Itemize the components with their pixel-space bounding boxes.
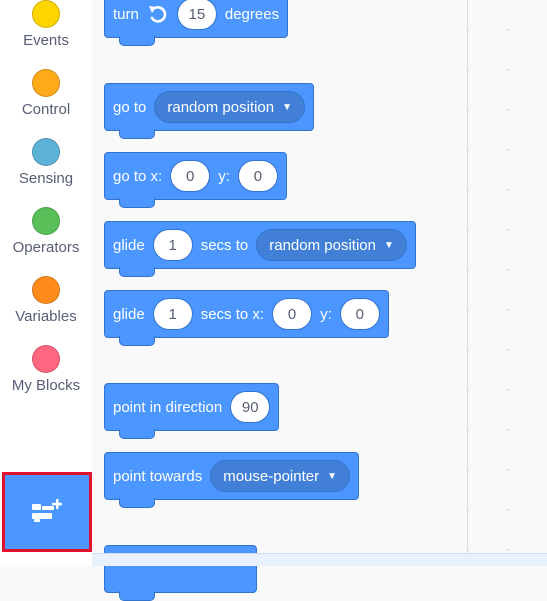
caret-down-icon: ▼ xyxy=(383,239,394,251)
block-text: point towards xyxy=(113,467,203,485)
category-control[interactable]: Control xyxy=(0,69,92,135)
block-palette: turn 15 degrees go to random position ▼ … xyxy=(92,0,467,601)
category-sensing[interactable]: Sensing xyxy=(0,138,92,204)
block-text: go to xyxy=(113,98,147,116)
dropdown-value: random position xyxy=(167,98,275,116)
code-workspace[interactable] xyxy=(467,0,547,555)
operators-dot-icon xyxy=(32,207,60,235)
block-text: secs to x: xyxy=(200,305,265,323)
block-text: glide xyxy=(113,236,145,254)
control-dot-icon xyxy=(32,69,60,97)
glide-to-block[interactable]: glide 1 secs to random position ▼ xyxy=(104,221,416,277)
x-input[interactable]: 0 xyxy=(272,298,313,330)
block-text: y: xyxy=(218,167,230,185)
category-variables[interactable]: Variables xyxy=(0,276,92,342)
degrees-input[interactable]: 15 xyxy=(176,0,217,30)
point-towards-block[interactable]: point towards mouse-pointer ▼ xyxy=(104,452,360,508)
block-text: degrees xyxy=(224,5,280,23)
bottom-scrollbar xyxy=(92,553,547,566)
add-extension-button[interactable] xyxy=(2,472,92,552)
y-input[interactable]: 0 xyxy=(339,298,380,330)
variables-dot-icon xyxy=(32,276,60,304)
go-to-xy-block[interactable]: go to x: 0 y: 0 xyxy=(104,152,287,208)
category-label: My Blocks xyxy=(11,377,81,394)
block-text: secs to xyxy=(200,236,249,254)
secs-input[interactable]: 1 xyxy=(152,298,193,330)
caret-down-icon: ▼ xyxy=(327,470,338,482)
secs-input[interactable]: 1 xyxy=(152,229,193,261)
target-dropdown[interactable]: random position ▼ xyxy=(154,91,306,123)
block-text: y: xyxy=(320,305,332,323)
rotate-left-icon xyxy=(147,4,169,24)
category-label: Operators xyxy=(12,239,80,256)
caret-down-icon: ▼ xyxy=(282,101,293,113)
category-events[interactable]: Events xyxy=(0,0,92,66)
dropdown-value: random position xyxy=(269,236,376,254)
sensing-dot-icon xyxy=(32,138,60,166)
block-text: go to x: xyxy=(113,167,163,185)
category-label: Sensing xyxy=(18,170,74,187)
direction-input[interactable]: 90 xyxy=(230,391,271,423)
y-input[interactable]: 0 xyxy=(237,160,278,192)
category-my-blocks[interactable]: My Blocks xyxy=(0,345,92,411)
block-text: glide xyxy=(113,305,145,323)
category-operators[interactable]: Operators xyxy=(0,207,92,273)
target-dropdown[interactable]: random position ▼ xyxy=(256,229,407,261)
block-text: turn xyxy=(113,5,139,23)
category-label: Events xyxy=(23,32,69,49)
dropdown-value: mouse-pointer xyxy=(223,467,320,485)
glide-to-xy-block[interactable]: glide 1 secs to x: 0 y: 0 xyxy=(104,290,389,346)
my-blocks-dot-icon xyxy=(32,345,60,373)
block-text: point in direction xyxy=(113,398,223,416)
category-label: Variables xyxy=(15,308,77,325)
turn-left-block[interactable]: turn 15 degrees xyxy=(104,0,289,46)
x-input[interactable]: 0 xyxy=(170,160,211,192)
target-dropdown[interactable]: mouse-pointer ▼ xyxy=(210,460,351,492)
category-label: Control xyxy=(21,101,71,118)
add-extension-icon xyxy=(32,499,62,522)
go-to-block[interactable]: go to random position ▼ xyxy=(104,83,315,139)
point-in-direction-block[interactable]: point in direction 90 xyxy=(104,383,280,439)
events-dot-icon xyxy=(32,0,60,28)
